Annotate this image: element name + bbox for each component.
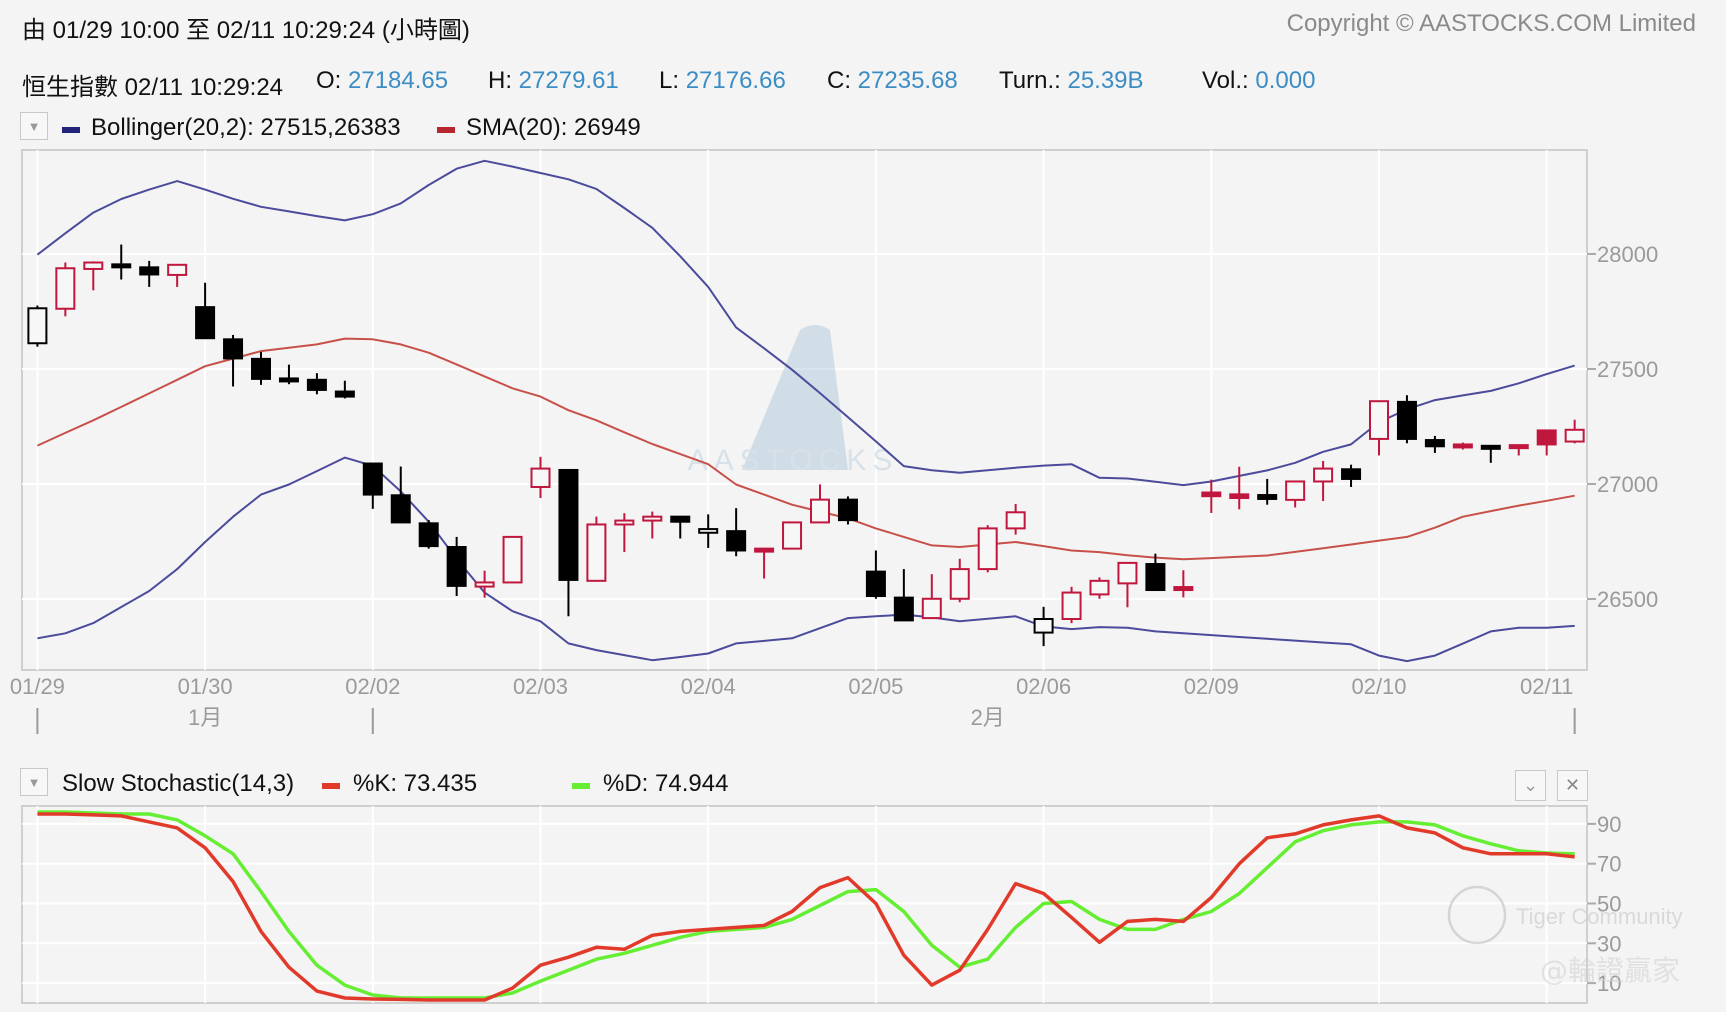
candle-body (1061, 591, 1082, 621)
candle-body (111, 263, 132, 269)
stoch-y-tick-label: 90 (1597, 812, 1621, 837)
candle-body (27, 307, 48, 345)
candle-body (1173, 586, 1194, 592)
candle-body (139, 266, 160, 276)
x-tick-label: 02/04 (681, 674, 736, 699)
candle-body (1033, 618, 1054, 634)
candle-body (1313, 467, 1334, 483)
candle (502, 535, 523, 584)
candle-body (1508, 444, 1529, 450)
candle-body (446, 546, 467, 587)
y-tick-label: 26500 (1597, 587, 1658, 612)
x-tick-label: 02/09 (1184, 674, 1239, 699)
y-tick-label: 28000 (1597, 242, 1658, 267)
candle-body (921, 597, 942, 620)
candle-body (1452, 443, 1473, 449)
candle-body (1145, 563, 1166, 592)
candle-body (1201, 491, 1222, 498)
candle-body (390, 494, 411, 524)
x-tick-label: 02/05 (848, 674, 903, 699)
candle-body (362, 462, 383, 496)
candle (1061, 586, 1082, 624)
candle (586, 516, 607, 582)
candle (1396, 395, 1417, 444)
candle-body (642, 515, 663, 522)
candle-body (893, 596, 914, 622)
candle-body (195, 306, 216, 340)
candle-body (837, 498, 858, 522)
x-tick-label: 02/03 (513, 674, 568, 699)
x-tick-label: 01/29 (10, 674, 65, 699)
x-tick-label: 02/06 (1016, 674, 1071, 699)
month-label: 1月 (188, 705, 222, 730)
candle (782, 521, 803, 550)
candle-body (1005, 511, 1026, 530)
candle-body (586, 523, 607, 582)
candle-body (614, 519, 635, 526)
candle-body (1117, 561, 1138, 585)
candle-body (810, 498, 830, 524)
candle-body (1424, 439, 1445, 448)
stoch-y-tick-label: 30 (1597, 931, 1621, 956)
price-chart[interactable]: 01/29 01/30 02/02 02/03 02/04 02/05 02/06 02/09… (0, 0, 1726, 1012)
x-tick-label: 02/11 (1520, 674, 1573, 699)
y-tick-label: 27000 (1597, 472, 1658, 497)
month-label: 2月 (971, 705, 1005, 730)
candle-body (530, 467, 551, 488)
candle-body (418, 522, 439, 548)
candle-body (223, 338, 244, 360)
x-tick-label: 01/30 (178, 674, 233, 699)
candle-body (1257, 494, 1278, 500)
candle-body (977, 527, 998, 571)
tiger-watermark-text: Tiger Community (1516, 904, 1683, 929)
candle-body (474, 581, 495, 588)
candle-body (251, 357, 271, 380)
candle-body (1396, 400, 1417, 440)
candle-body (782, 521, 803, 550)
candle (55, 262, 76, 317)
candle (418, 520, 439, 549)
candle-body (1285, 480, 1306, 501)
candle-body (1369, 400, 1389, 440)
candle-body (278, 377, 299, 383)
candle-body (1564, 428, 1585, 443)
candle-body (55, 267, 76, 310)
candle (837, 496, 858, 525)
candle-body (698, 528, 719, 534)
x-tick-label: 02/02 (345, 674, 400, 699)
candle-body (306, 378, 327, 391)
x-tick-label: 02/10 (1351, 674, 1406, 699)
author-watermark-text: @輪證贏家 (1540, 954, 1680, 987)
candle-body (949, 568, 970, 600)
candle (977, 525, 998, 573)
candle-body (1536, 429, 1557, 446)
candle (27, 305, 48, 347)
candle-body (865, 570, 886, 598)
candle-body (754, 547, 775, 553)
candle-body (1229, 493, 1250, 500)
candle-body (502, 535, 523, 584)
candle-body (1341, 468, 1362, 480)
y-tick-label: 27500 (1597, 357, 1658, 382)
candle-body (167, 263, 188, 276)
stoch-y-tick-label: 70 (1597, 852, 1621, 877)
candle-body (1089, 579, 1110, 596)
candle-body (334, 390, 355, 398)
candle-body (83, 261, 104, 270)
candle-body (670, 515, 691, 523)
candle-body (1480, 444, 1501, 450)
candle-body (726, 530, 747, 552)
candle-body (558, 468, 579, 581)
